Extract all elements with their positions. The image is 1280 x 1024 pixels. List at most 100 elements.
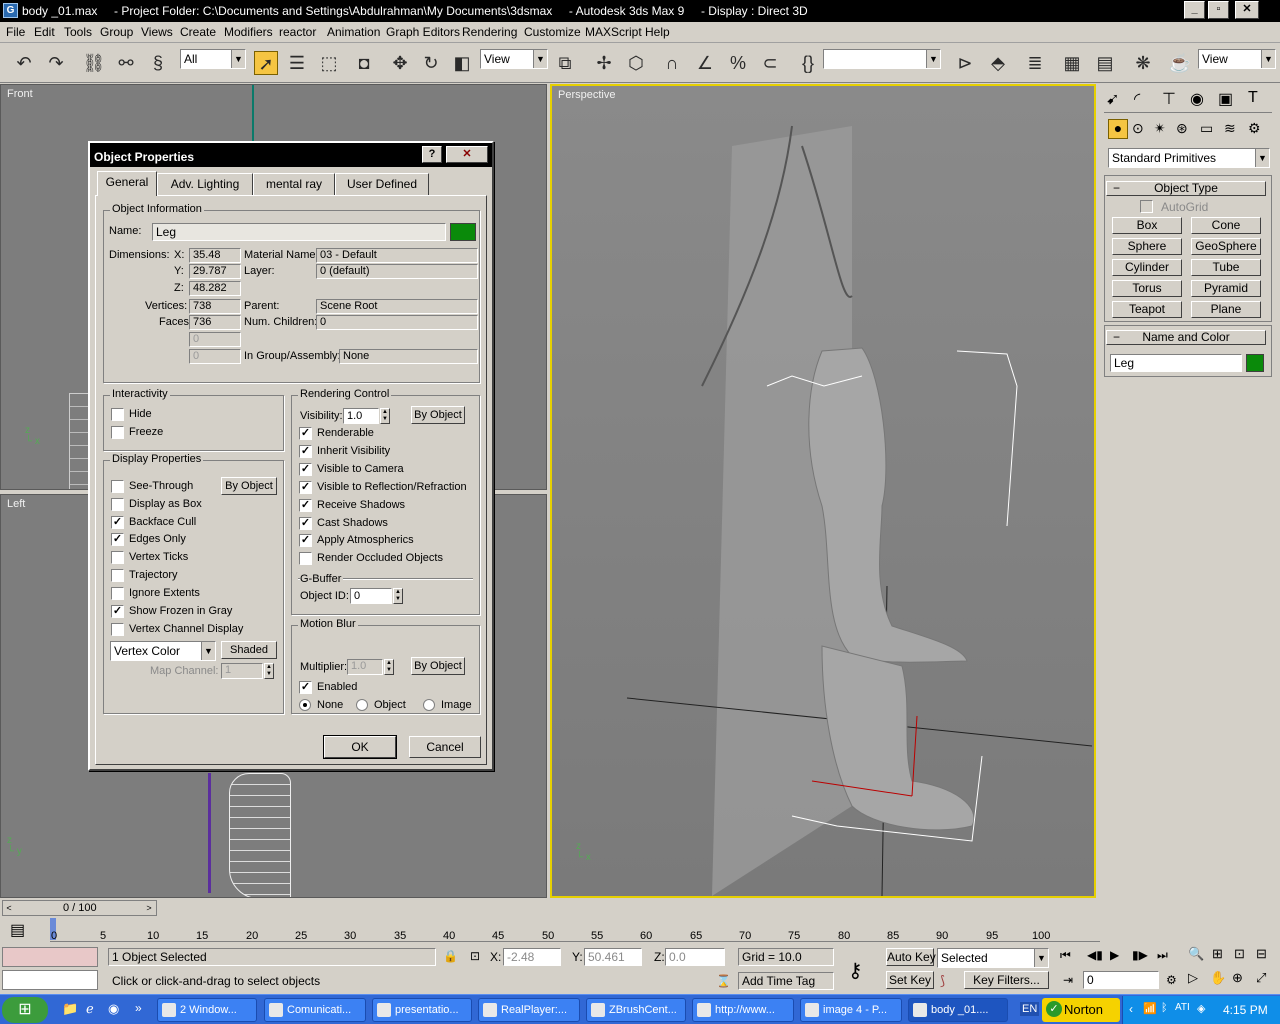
renderable-checkbox[interactable]: ✓ — [299, 427, 312, 440]
play-icon[interactable]: ▶ — [1110, 948, 1119, 962]
next-frame-icon[interactable]: ▮▶ — [1132, 948, 1148, 962]
hide-checkbox[interactable] — [111, 408, 124, 421]
zoom-all-icon[interactable]: ⊞ — [1212, 946, 1223, 962]
autogrid-checkbox[interactable] — [1140, 200, 1153, 213]
absolute-mode-icon[interactable]: ⊡ — [470, 949, 480, 963]
previous-frame-icon[interactable]: ◀▮ — [1087, 948, 1103, 962]
cameras-icon[interactable]: ⊛ — [1176, 120, 1188, 137]
geometry-icon[interactable]: ● — [1108, 119, 1128, 139]
visibility-field[interactable]: 1.0 — [343, 408, 379, 424]
map-channel-field[interactable]: 1 — [221, 663, 263, 679]
see-through-checkbox[interactable] — [111, 480, 124, 493]
zoom-extents-all-icon[interactable]: ⊟ — [1256, 946, 1267, 962]
x-coord-field[interactable]: -2.48 — [503, 948, 561, 966]
minimize-button[interactable]: _ — [1184, 1, 1205, 19]
time-slider-prev-icon[interactable]: < — [3, 901, 15, 915]
scale-icon[interactable]: ◧ — [450, 51, 474, 75]
menu-group[interactable]: Group — [100, 25, 133, 39]
layer-manager-icon[interactable]: ≣ — [1023, 51, 1047, 75]
app-icon[interactable]: G — [3, 3, 18, 18]
cylinder-button[interactable]: Cylinder — [1112, 259, 1182, 276]
tab-user-defined[interactable]: User Defined — [335, 173, 429, 195]
lock-selection-icon[interactable]: 🔒 — [443, 949, 458, 963]
display-tab-icon[interactable]: ▣ — [1218, 89, 1233, 109]
keyboard-shortcut-icon[interactable]: ⬡ — [624, 51, 648, 75]
pan-icon[interactable]: ✋ — [1210, 970, 1226, 986]
dialog-help-button[interactable]: ? — [422, 146, 442, 163]
move-icon[interactable]: ✥ — [388, 51, 412, 75]
cone-button[interactable]: Cone — [1191, 217, 1261, 234]
render-scene-icon[interactable]: ☕ — [1168, 51, 1192, 75]
maxscript-listener-pink[interactable] — [2, 947, 98, 967]
vertex-ticks-checkbox[interactable] — [111, 551, 124, 564]
motion-blur-enabled-checkbox[interactable]: ✓ — [299, 681, 312, 694]
category-dropdown[interactable]: Standard Primitives ▼ — [1108, 148, 1270, 168]
menu-views[interactable]: Views — [141, 25, 173, 39]
auto-key-button[interactable]: Auto Key — [886, 948, 936, 966]
object-color-swatch-dialog[interactable] — [450, 223, 476, 241]
utilities-tab-icon[interactable]: T — [1248, 89, 1258, 107]
zoom-extents-icon[interactable]: ⊡ — [1234, 946, 1245, 962]
bind-space-warp-icon[interactable]: § — [146, 51, 170, 75]
space-warps-icon[interactable]: ≋ — [1224, 120, 1236, 137]
named-selection-dropdown[interactable]: ▼ — [823, 49, 941, 69]
backface-cull-checkbox[interactable]: ✓ — [111, 516, 124, 529]
tray-expand-icon[interactable]: ‹ — [1129, 1002, 1133, 1016]
menu-edit[interactable]: Edit — [34, 25, 55, 39]
track-bar[interactable]: 0 5 10 15 20 25 30 35 40 45 50 55 60 65 … — [50, 918, 1100, 942]
motion-tab-icon[interactable]: ◉ — [1190, 89, 1204, 109]
key-filters-button[interactable]: Key Filters... — [964, 971, 1049, 989]
menu-customize[interactable]: Customize — [524, 25, 581, 39]
time-slider[interactable]: < 0 / 100 > — [2, 900, 157, 916]
maximize-button[interactable]: ▫ — [1208, 1, 1229, 19]
menu-graph-editors[interactable]: Graph Editors — [386, 25, 460, 39]
quick-launch-media-icon[interactable]: ◉ — [108, 1001, 119, 1017]
menu-tools[interactable]: Tools — [64, 25, 92, 39]
y-coord-field[interactable]: 50.461 — [584, 948, 642, 966]
percent-snap-icon[interactable]: % — [726, 51, 750, 75]
apply-atmospherics-checkbox[interactable]: ✓ — [299, 534, 312, 547]
select-manipulate-icon[interactable]: ✢ — [592, 51, 616, 75]
blur-image-radio[interactable] — [423, 699, 435, 711]
schematic-view-icon[interactable]: ▤ — [1093, 51, 1117, 75]
menu-help[interactable]: Help — [645, 25, 670, 39]
field-of-view-icon[interactable]: ▷ — [1188, 970, 1198, 986]
box-button[interactable]: Box — [1112, 217, 1182, 234]
cancel-button[interactable]: Cancel — [409, 736, 481, 758]
material-editor-icon[interactable]: ❋ — [1131, 51, 1155, 75]
pivot-center-icon[interactable]: ⧉ — [553, 51, 577, 75]
select-by-name-icon[interactable]: ☰ — [285, 51, 309, 75]
multiplier-field[interactable]: 1.0 — [347, 659, 383, 675]
start-button[interactable]: ⊞ — [2, 997, 48, 1023]
shaded-button[interactable]: Shaded — [221, 641, 277, 659]
menu-reactor[interactable]: reactor — [279, 25, 316, 39]
blur-object-radio[interactable] — [356, 699, 368, 711]
current-frame-field[interactable]: 0 — [1083, 971, 1159, 989]
sphere-button[interactable]: Sphere — [1112, 238, 1182, 255]
map-channel-spinner[interactable]: ▲ ▼ — [264, 663, 274, 679]
rectangular-selection-icon[interactable]: ⬚ — [317, 51, 341, 75]
norton-button[interactable]: ✓ Norton — [1042, 998, 1120, 1022]
ok-button[interactable]: OK — [323, 735, 397, 759]
arc-rotate-icon[interactable]: ⊕ — [1232, 970, 1243, 986]
time-slider-next-icon[interactable]: > — [143, 901, 155, 915]
ignore-extents-checkbox[interactable] — [111, 587, 124, 600]
key-mode-dropdown[interactable]: Selected ▼ — [937, 948, 1049, 968]
render-type-dropdown[interactable]: View ▼ — [1198, 49, 1276, 69]
shapes-icon[interactable]: ⊙ — [1132, 120, 1144, 137]
menu-maxscript[interactable]: MAXScript — [585, 25, 642, 39]
menu-file[interactable]: File — [6, 25, 25, 39]
track-bar-icon[interactable]: ▤ — [10, 920, 25, 940]
create-tab-icon[interactable]: ➹ — [1106, 89, 1119, 109]
plane-button[interactable]: Plane — [1191, 301, 1261, 318]
task-comunicati[interactable]: Comunicati... — [264, 998, 366, 1022]
edit-named-selection-icon[interactable]: {} — [796, 51, 820, 75]
edges-only-checkbox[interactable]: ✓ — [111, 533, 124, 546]
volume-icon[interactable]: ◈ — [1197, 1002, 1205, 1015]
task-image4[interactable]: image 4 - P... — [800, 998, 902, 1022]
left-viewport-label[interactable]: Left — [7, 498, 25, 510]
go-to-end-icon[interactable]: ⏭ — [1157, 948, 1168, 963]
select-object-icon[interactable]: ➚ — [254, 51, 278, 75]
task-realplayer[interactable]: RealPlayer:... — [478, 998, 580, 1022]
dialog-close-button[interactable]: ✕ — [446, 146, 488, 163]
